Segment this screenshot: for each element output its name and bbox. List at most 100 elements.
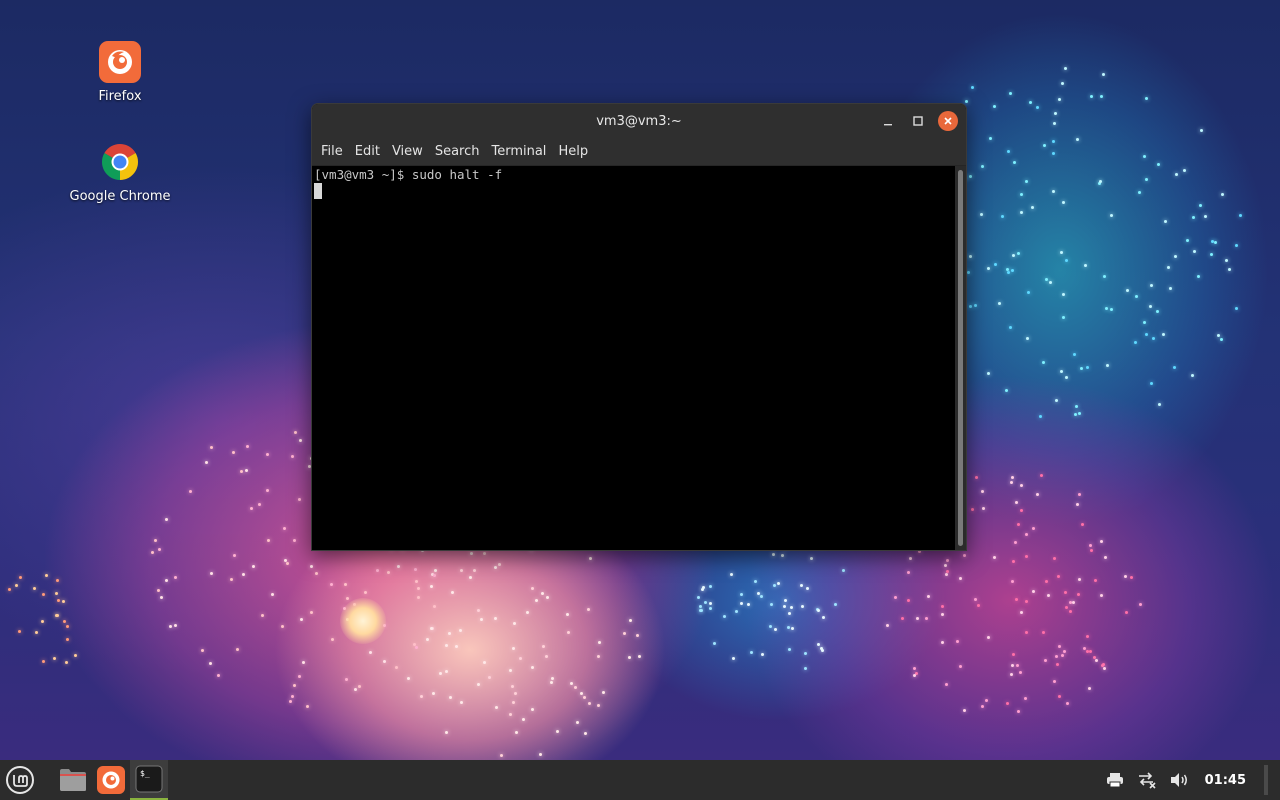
firework-spark (1239, 213, 1243, 217)
firework-spark (329, 583, 333, 587)
firework-spark (1126, 289, 1130, 293)
firework-spark (1158, 403, 1162, 407)
firework-spark (1016, 664, 1020, 668)
menu-edit[interactable]: Edit (349, 138, 386, 166)
firework-spark (821, 615, 825, 619)
taskbar-file-manager[interactable] (54, 760, 92, 800)
firework-spark (1199, 203, 1203, 207)
firework-spark (753, 579, 757, 583)
firework-spark (231, 451, 235, 455)
firework-spark (722, 615, 726, 619)
firework-spark (551, 677, 555, 681)
firework-spark (1024, 554, 1028, 558)
menu-file[interactable]: File (315, 138, 349, 166)
firework-spark (459, 700, 463, 704)
firework-spark (986, 267, 990, 271)
firework-spark (62, 599, 66, 603)
firework-spark (445, 644, 449, 648)
firework-spark (545, 654, 549, 658)
firework-spark (459, 568, 463, 572)
firework-spark (555, 729, 559, 733)
clock[interactable]: 01:45 (1205, 773, 1246, 788)
firework-spark (539, 752, 543, 756)
taskbar-firefox[interactable] (92, 760, 130, 800)
terminal-window[interactable]: vm3@vm3:~ File Edit View Search Terminal… (311, 103, 967, 551)
firework-spark (698, 604, 702, 608)
desktop-icon-label: Firefox (98, 89, 142, 104)
firework-spark (566, 630, 570, 634)
firework-spark (346, 597, 350, 601)
firework-spark (1134, 294, 1138, 298)
firework-spark (984, 699, 988, 703)
firework-spark (1016, 710, 1020, 714)
desktop-icon-firefox[interactable]: Firefox (65, 41, 175, 104)
firework-spark (1088, 543, 1092, 547)
firework-spark (958, 664, 962, 668)
firework-spark (1157, 163, 1161, 167)
firework-spark (1110, 308, 1114, 312)
firework-spark (56, 579, 60, 583)
close-button[interactable] (938, 111, 958, 131)
chrome-icon (99, 141, 141, 183)
firework-spark (472, 568, 476, 572)
firework-spark (309, 610, 313, 614)
window-titlebar[interactable]: vm3@vm3:~ (312, 104, 966, 138)
firework-spark (518, 656, 522, 660)
firework-spark (1191, 215, 1195, 219)
start-menu-button[interactable] (0, 760, 40, 800)
firework-spark (1088, 687, 1092, 691)
minimize-button[interactable] (878, 111, 898, 131)
menu-view[interactable]: View (386, 138, 429, 166)
terminal-output[interactable]: [vm3@vm3 ~]$ sudo halt -f (312, 166, 955, 550)
firework-spark (1020, 210, 1024, 214)
firework-spark (970, 86, 974, 90)
firework-spark (386, 570, 390, 574)
taskbar-terminal[interactable]: $_ (130, 760, 168, 800)
printer-tray-button[interactable] (1105, 770, 1125, 790)
terminal-scrollbar[interactable] (955, 166, 966, 550)
maximize-button[interactable] (908, 111, 928, 131)
firework-spark (292, 539, 296, 543)
firework-spark (330, 638, 334, 642)
firework-spark (974, 303, 978, 307)
volume-tray-button[interactable] (1169, 770, 1189, 790)
menu-help[interactable]: Help (552, 138, 594, 166)
firework-spark (1043, 659, 1047, 663)
window-title: vm3@vm3:~ (596, 113, 682, 129)
firework-spark (73, 653, 77, 657)
scrollbar-thumb[interactable] (958, 170, 963, 546)
firework-spark (1012, 652, 1016, 656)
firework-spark (987, 635, 991, 639)
firework-spark (239, 470, 243, 474)
firework-spark (1164, 219, 1168, 223)
menu-search[interactable]: Search (429, 138, 486, 166)
firework-spark (777, 582, 781, 586)
firework-spark (433, 568, 437, 572)
firework-spark (1074, 405, 1078, 409)
firework-spark (709, 601, 713, 605)
firework-spark (1025, 630, 1029, 634)
firework-spark (1102, 73, 1106, 77)
menu-terminal[interactable]: Terminal (485, 138, 552, 166)
firework-spark (209, 571, 213, 575)
show-desktop-button[interactable] (1264, 765, 1268, 795)
firework-spark (375, 568, 379, 572)
firework-spark (298, 675, 302, 679)
file-manager-icon (60, 769, 86, 791)
network-tray-button[interactable] (1137, 770, 1157, 790)
firework-spark (580, 692, 584, 696)
firework-spark (573, 685, 577, 689)
printer-icon (1106, 773, 1123, 788)
firework-spark (242, 572, 246, 576)
firework-spark (483, 552, 487, 556)
firework-spark (1071, 601, 1075, 605)
firework-spark (291, 455, 295, 459)
firework-spark (1059, 250, 1063, 254)
firework-spark (266, 453, 269, 457)
firework-spark (1010, 672, 1014, 676)
firework-spark (1105, 364, 1109, 368)
firework-spark (236, 647, 240, 651)
firework-spark (290, 694, 294, 698)
firework-spark (41, 660, 45, 664)
desktop-icon-google-chrome[interactable]: Google Chrome (65, 141, 175, 204)
